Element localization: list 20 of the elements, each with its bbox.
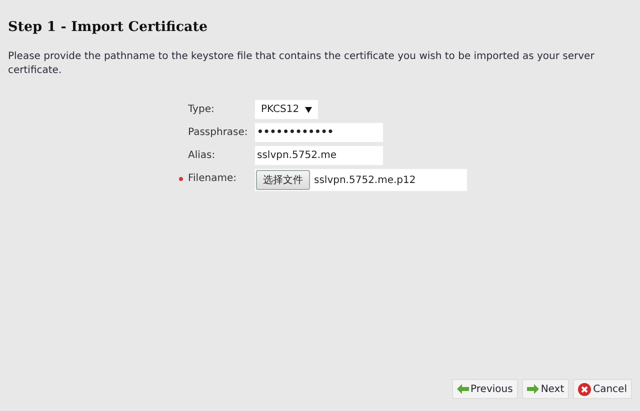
field-label: Type: bbox=[188, 104, 214, 115]
input-field[interactable]: sslvpn.5752.me bbox=[255, 146, 383, 165]
field-label: Alias: bbox=[188, 150, 216, 161]
field-label: Passphrase: bbox=[188, 127, 248, 138]
cancel-button[interactable]: Cancel bbox=[573, 379, 632, 399]
next-button[interactable]: Next bbox=[522, 379, 570, 399]
caret-icon bbox=[305, 106, 312, 112]
description-text: Please provide the pathname to the keystore file that contains the certificate you wish to be imported as your server certificate. bbox=[8, 50, 596, 78]
cancel-icon bbox=[578, 382, 592, 396]
input-field[interactable]: •••••••••••• bbox=[255, 123, 383, 142]
type-dropdown[interactable]: PKCS12 bbox=[255, 100, 318, 119]
file-name: sslvpn.5752.me.p12 bbox=[314, 174, 416, 186]
page-heading: Step 1 - Import Certificate bbox=[8, 19, 209, 35]
right-arrow-icon bbox=[526, 384, 539, 394]
previous-button[interactable]: Previous bbox=[452, 379, 518, 399]
choose-file-button[interactable]: 选择文件 bbox=[256, 170, 310, 190]
field-label: Filename: bbox=[188, 173, 236, 184]
required-mark-icon bbox=[179, 177, 183, 181]
file-input-field[interactable]: 选择文件 sslvpn.5752.me.p12 bbox=[255, 169, 467, 191]
left-arrow-icon bbox=[456, 384, 469, 394]
